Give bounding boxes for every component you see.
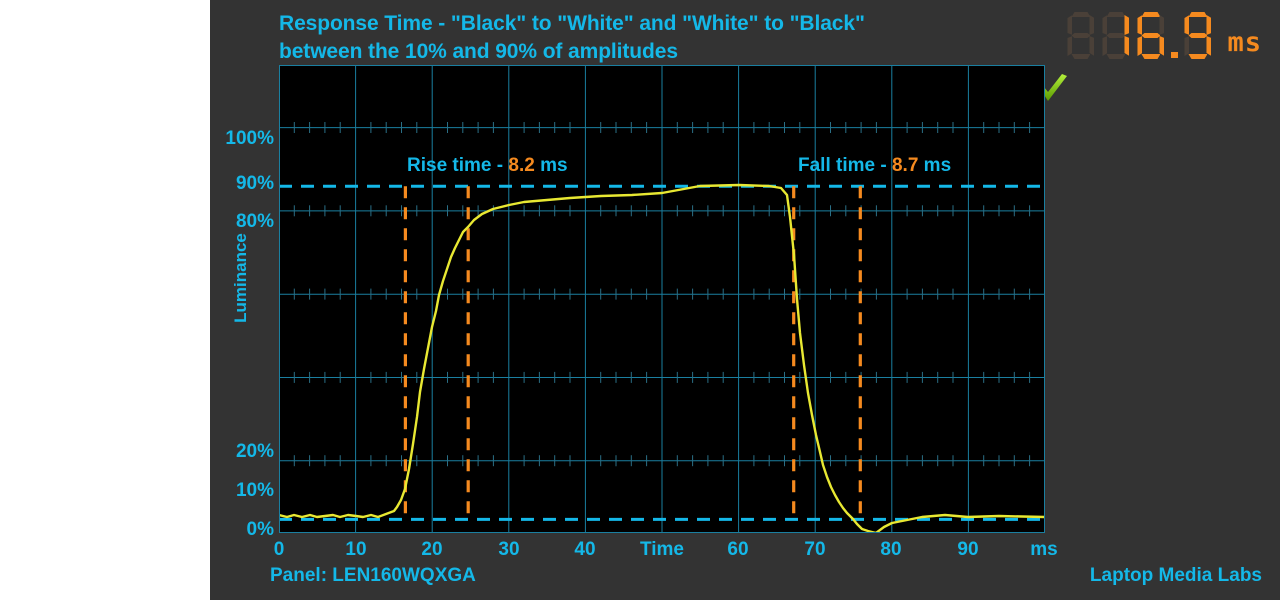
seven-segment-digit-9 (1182, 12, 1214, 60)
rise-time-value: 8.2 (508, 155, 535, 176)
x-tick-80: 80 (880, 539, 902, 560)
fall-time-unit: ms (918, 155, 952, 176)
y-tick-100: 100% (225, 128, 274, 149)
rise-time-label: Rise time - (407, 155, 509, 176)
panel-model-label: Panel: LEN160WQXGA (270, 565, 476, 586)
x-tick-70: 70 (804, 539, 826, 560)
plot-area: Rise time - 8.2 ms Fall time - 8.7 ms (279, 65, 1045, 533)
x-tick-20: 20 (421, 539, 443, 560)
y-tick-20: 20% (235, 441, 274, 462)
x-tick-0: 0 (273, 539, 285, 560)
rise-time-unit: ms (534, 155, 568, 176)
total-response-time-readout: ms (1065, 8, 1262, 60)
x-tick-40: 40 (574, 539, 596, 560)
chart-panel: Response Time - "Black" to "White" and "… (210, 0, 1280, 600)
rise-time-annotation: Rise time - 8.2 ms (407, 155, 568, 177)
x-tick-30: 30 (498, 539, 520, 560)
seven-segment-decimal-point (1170, 12, 1182, 60)
response-time-chart-screenshot: Response Time - "Black" to "White" and "… (0, 0, 1280, 600)
x-tick-10: 10 (345, 539, 367, 560)
seven-segment-digit-1 (1100, 12, 1132, 60)
x-tick-60: 60 (727, 539, 749, 560)
fall-time-value: 8.7 (891, 155, 919, 176)
y-tick-90: 90% (235, 173, 274, 194)
luminance-trace (279, 183, 1045, 533)
seven-segment-ghost-digit (1065, 12, 1097, 60)
chart-title-line-2: between the 10% and 90% of amplitudes (279, 39, 678, 63)
readout-unit-label: ms (1227, 27, 1262, 58)
y-tick-10: 10% (235, 480, 274, 501)
chart-title-line-1: Response Time - "Black" to "White" and "… (279, 12, 865, 35)
x-axis-title: Time (639, 539, 684, 560)
chart-title: Response Time - "Black" to "White" and "… (279, 10, 865, 65)
credit-label: Laptop Media Labs (1089, 565, 1262, 586)
seven-segment-digit-6 (1135, 12, 1167, 60)
fall-time-label: Fall time - (798, 155, 892, 176)
x-axis-unit: ms (1030, 539, 1058, 560)
luminance-trace-path (279, 183, 1045, 533)
x-tick-90: 90 (957, 539, 979, 560)
y-tick-0: 0% (246, 519, 274, 540)
y-axis-title: Luminance (231, 233, 250, 323)
fall-time-annotation: Fall time - 8.7 ms (798, 155, 951, 177)
